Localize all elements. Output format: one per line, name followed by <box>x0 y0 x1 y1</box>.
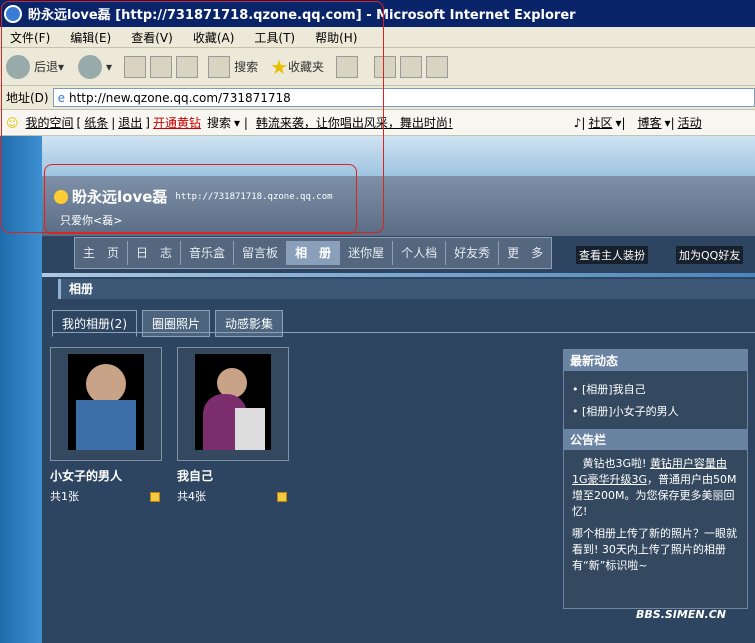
album-cover[interactable] <box>195 354 271 450</box>
lock-icon <box>277 492 287 502</box>
community-link[interactable]: 社区 <box>588 114 612 131</box>
album-title[interactable]: 小女子的男人 <box>50 467 122 484</box>
watermark: BBS.SIMEN.CN <box>636 608 727 621</box>
album-cover[interactable] <box>68 354 144 450</box>
album-card[interactable] <box>177 347 289 461</box>
nav-profile[interactable]: 个人档 <box>393 241 447 265</box>
nav-more[interactable]: 更 多 <box>499 241 551 265</box>
view-decor-button[interactable]: 查看主人装扮 <box>576 246 648 264</box>
annotation-box-outer <box>1 1 384 233</box>
nav-blog[interactable]: 日 志 <box>128 241 182 265</box>
section-title: 相册 <box>58 279 755 299</box>
notice-text-1: 黄钻也3G啦! 黄钻用户容量由1G豪华升级3G，普通用户由50M增至200M。为… <box>572 457 737 518</box>
nav-music[interactable]: 音乐盒 <box>181 241 235 265</box>
divider <box>42 273 755 277</box>
mic-icon: ♪ <box>573 115 582 130</box>
more-link[interactable]: 活动 <box>678 114 702 131</box>
nav-friends[interactable]: 好友秀 <box>446 241 500 265</box>
lock-icon <box>150 492 160 502</box>
blog-link[interactable]: 博客 <box>638 114 662 131</box>
latest-title: 最新动态 <box>564 350 747 371</box>
album-card[interactable] <box>50 347 162 461</box>
album-count: 共1张 <box>50 490 79 503</box>
latest-item[interactable]: • [相册]我自己 <box>572 381 739 397</box>
edit-icon[interactable] <box>426 55 449 78</box>
notice-text-2: 哪个相册上传了新的照片？一眼就看到! 30天内上传了照片的相册有“新”标识啦~ <box>572 527 737 572</box>
latest-item[interactable]: • [相册]小女子的男人 <box>572 403 739 419</box>
add-friend-button[interactable]: 加为QQ好友 <box>676 246 744 264</box>
nav-album[interactable]: 相 册 <box>287 241 341 265</box>
nav-home[interactable]: 主 页 <box>75 241 129 265</box>
print-icon[interactable] <box>400 55 423 78</box>
album-title[interactable]: 我自己 <box>177 467 213 484</box>
notice-title: 公告栏 <box>564 429 747 450</box>
main-nav: 主 页 日 志 音乐盒 留言板 相 册 迷你屋 个人档 好友秀 更 多 <box>74 237 553 269</box>
sidebar: 最新动态 • [相册]我自己 • [相册]小女子的男人 公告栏 黄钻也3G啦! … <box>563 349 748 609</box>
nav-minihouse[interactable]: 迷你屋 <box>340 241 394 265</box>
album-count: 共4张 <box>177 490 206 503</box>
nav-guestbook[interactable]: 留言板 <box>234 241 288 265</box>
tab-underline <box>52 332 755 333</box>
